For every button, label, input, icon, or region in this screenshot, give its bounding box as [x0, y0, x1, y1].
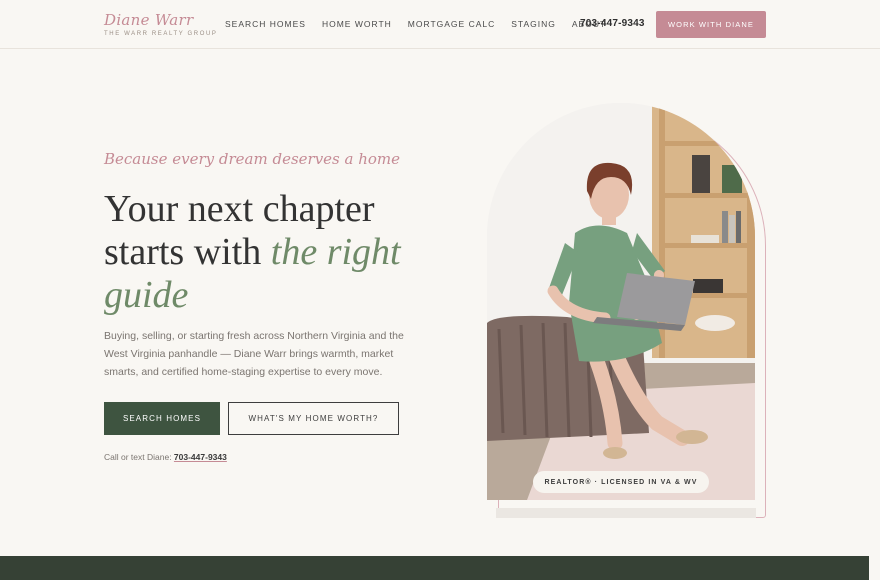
headline-line2-plain: starts with: [104, 231, 271, 273]
hero-tagline: Because every dream deserves a home: [104, 150, 401, 168]
logo-script-name: Diane Warr: [104, 11, 194, 29]
photo-shadow: [496, 508, 756, 518]
call-phone-link[interactable]: 703-447-9343: [174, 452, 227, 462]
logo-subtitle: THE WARR REALTY GROUP: [104, 31, 218, 37]
realtor-portrait-photo: [487, 103, 755, 500]
logo[interactable]: Diane Warr THE WARR REALTY GROUP: [104, 10, 218, 37]
headline-accent: the right: [270, 231, 401, 273]
portrait-illustration: [487, 103, 755, 500]
work-with-diane-button[interactable]: WORK WITH DIANE: [656, 11, 766, 38]
headline-line1: Your next chapter: [104, 188, 375, 230]
home-worth-button[interactable]: WHAT'S MY HOME WORTH?: [228, 402, 399, 435]
nav-home-worth[interactable]: HOME WORTH: [322, 19, 392, 29]
realtor-license-badge: REALTOR® · LICENSED IN VA & WV: [533, 471, 709, 493]
site-header: Diane Warr THE WARR REALTY GROUP SEARCH …: [0, 0, 880, 49]
nav-search-homes[interactable]: SEARCH HOMES: [225, 19, 306, 29]
search-homes-button[interactable]: SEARCH HOMES: [104, 402, 220, 435]
call-prefix: Call or text Diane:: [104, 452, 174, 462]
footer-band: [0, 556, 869, 580]
headline-accent-guide: guide: [104, 274, 189, 316]
hero-description: Buying, selling, or starting fresh acros…: [104, 330, 404, 378]
nav-staging[interactable]: STAGING: [511, 19, 556, 29]
main-nav: SEARCH HOMES HOME WORTH MORTGAGE CALC ST…: [225, 19, 622, 29]
header-phone-link[interactable]: 703-447-9343: [580, 18, 645, 29]
nav-mortgage-calc[interactable]: MORTGAGE CALC: [408, 19, 495, 29]
call-text-line: Call or text Diane: 703-447-9343: [104, 452, 227, 462]
hero-headline: Your next chapter starts with the right …: [104, 188, 444, 317]
